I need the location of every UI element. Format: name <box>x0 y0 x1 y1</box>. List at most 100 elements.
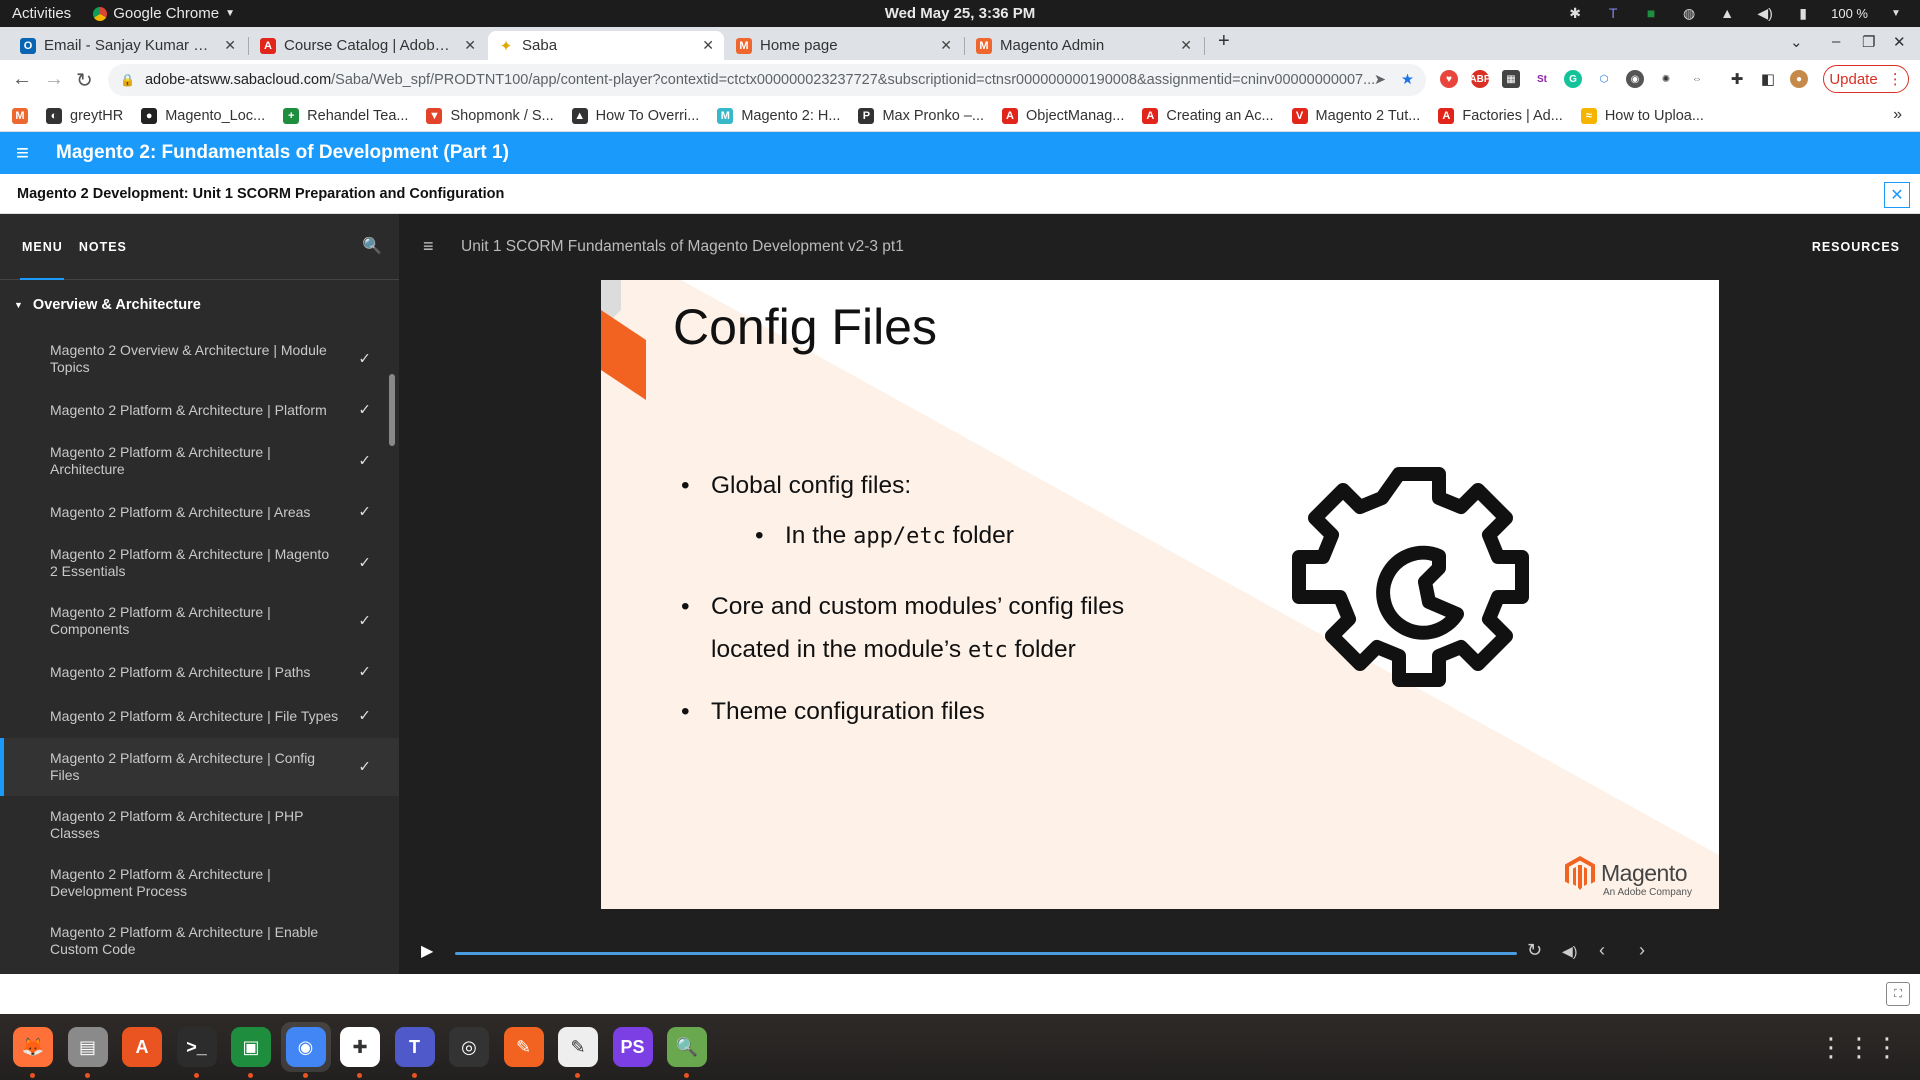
tab-notes[interactable]: NOTES <box>79 240 127 254</box>
chrome-icon[interactable]: ◉ <box>280 1022 331 1078</box>
bookmark-item[interactable]: M Magento 2: H... <box>717 107 840 124</box>
software-center-icon[interactable]: A <box>117 1022 167 1072</box>
tab-menu[interactable]: MENU <box>22 240 63 254</box>
lesson-item[interactable]: Magento 2 Platform & Architecture | Enab… <box>0 912 399 970</box>
slack-icon[interactable]: ✚ <box>335 1022 385 1078</box>
close-icon[interactable]: ✕ <box>940 37 952 54</box>
slack-tray-icon[interactable]: ✱ <box>1565 3 1585 23</box>
bookmark-item[interactable]: + Rehandel Tea... <box>283 107 408 124</box>
next-slide-icon[interactable]: › <box>1639 940 1645 961</box>
scrollbar[interactable] <box>389 374 395 446</box>
profile-avatar[interactable]: ● <box>1790 70 1808 88</box>
bookmark-item[interactable]: A Creating an Ac... <box>1142 107 1274 124</box>
close-window-button[interactable]: ✕ <box>1893 33 1906 51</box>
close-icon[interactable]: ✕ <box>464 37 476 54</box>
replay-icon[interactable]: ↻ <box>1527 940 1542 961</box>
close-icon[interactable]: ✕ <box>1180 37 1192 54</box>
lesson-item[interactable]: Magento 2 Platform & Architecture | Plat… <box>0 388 399 432</box>
lesson-item[interactable]: Magento 2 Platform & Architecture | Comp… <box>0 592 399 650</box>
extension-icon[interactable]: St <box>1533 70 1551 88</box>
teams-tray-icon[interactable]: T <box>1603 3 1623 23</box>
firefox-icon[interactable]: 🦊 <box>8 1022 58 1078</box>
lesson-item[interactable]: Magento 2 Platform & Architecture | File… <box>0 694 399 738</box>
extension-icon[interactable]: ◉ <box>1626 70 1644 88</box>
extension-icon[interactable]: ♥ <box>1440 70 1458 88</box>
files-icon[interactable]: ▤ <box>63 1022 113 1078</box>
activities-button[interactable]: Activities <box>12 5 71 22</box>
bookmark-item[interactable]: ▲ How To Overri... <box>571 107 699 124</box>
hamburger-menu-icon[interactable]: ≡ <box>423 236 434 257</box>
previous-slide-icon[interactable]: ‹ <box>1599 940 1605 961</box>
tab-home-page[interactable]: M Home page ✕ <box>726 31 962 60</box>
lesson-item[interactable]: Magento 2 Platform & Architecture | Deve… <box>0 854 399 912</box>
camera-icon[interactable]: ◎ <box>444 1022 494 1072</box>
close-icon[interactable]: ✕ <box>702 37 714 54</box>
bookmark-star-icon[interactable]: ★ <box>1401 72 1414 88</box>
close-player-button[interactable]: ✕ <box>1884 182 1910 208</box>
restore-button[interactable]: ❐ <box>1862 33 1875 51</box>
phpstorm-icon[interactable]: PS <box>608 1022 658 1072</box>
bookmark-item[interactable]: A ObjectManag... <box>1002 107 1124 124</box>
extension-icon[interactable]: ⇔ <box>1688 70 1706 88</box>
bookmark-item[interactable]: ≈ How to Uploa... <box>1580 107 1704 124</box>
lesson-item[interactable]: Magento 2 Platform & Architecture | Conf… <box>0 738 399 796</box>
app-menu[interactable]: Google Chrome ▼ <box>93 5 235 22</box>
address-bar[interactable]: 🔒 adobe-atsww.sabacloud.com/Saba/Web_spf… <box>108 64 1426 96</box>
chat-tray-icon[interactable]: ■ <box>1641 3 1661 23</box>
section-header[interactable]: ▼ Overview & Architecture <box>0 280 399 330</box>
terminal-icon[interactable]: >_ <box>172 1022 222 1078</box>
lesson-item[interactable]: Magento 2 Platform & Architecture | Mage… <box>0 534 399 592</box>
new-tab-button[interactable]: + <box>1218 30 1230 53</box>
back-icon[interactable]: ← <box>12 68 32 91</box>
minimize-button[interactable]: – <box>1832 33 1840 50</box>
extension-icon[interactable]: ✺ <box>1657 70 1675 88</box>
google-chat-icon[interactable]: ▣ <box>226 1022 276 1078</box>
lesson-item[interactable]: Magento 2 Overview & Architecture | Modu… <box>0 330 399 388</box>
lesson-item[interactable]: Magento 2 Platform & Architecture | PHP … <box>0 796 399 854</box>
tab-course-catalog[interactable]: A Course Catalog | Adobe D ✕ <box>250 31 486 60</box>
tab-magento-admin[interactable]: M Magento Admin ✕ <box>966 31 1202 60</box>
send-icon[interactable]: ➤ <box>1374 72 1386 88</box>
draw-icon[interactable]: ✎ <box>499 1022 549 1072</box>
resources-button[interactable]: RESOURCES <box>1812 240 1900 254</box>
tab-email[interactable]: O Email - Sanjay Kumar Das ✕ <box>10 31 246 60</box>
close-icon[interactable]: ✕ <box>224 37 236 54</box>
bookmark-item[interactable]: ▼ Shopmonk / S... <box>426 107 554 124</box>
extension-icon[interactable]: ▦ <box>1502 70 1520 88</box>
teams-icon[interactable]: T <box>390 1022 440 1078</box>
show-applications-icon[interactable]: ⋮⋮⋮ <box>1818 1032 1902 1063</box>
bookmark-item[interactable]: V Magento 2 Tut... <box>1291 107 1420 124</box>
bookmark-item[interactable]: ◐ greytHR <box>46 107 123 124</box>
bookmark-magento[interactable]: M <box>12 107 28 124</box>
image-viewer-icon[interactable]: 🔍 <box>662 1022 712 1078</box>
volume-icon[interactable]: ◀) <box>1562 943 1577 960</box>
sync-tray-icon[interactable]: ◍ <box>1679 3 1699 23</box>
hamburger-menu-icon[interactable]: ≡ <box>16 140 40 166</box>
lock-icon[interactable]: 🔒 <box>120 73 135 87</box>
tab-saba[interactable]: ✦ Saba ✕ <box>488 31 724 60</box>
lesson-item[interactable]: Magento 2 Platform & Architecture | Arch… <box>0 432 399 490</box>
grammarly-icon[interactable]: G <box>1564 70 1582 88</box>
wifi-icon[interactable]: ▲ <box>1717 3 1737 23</box>
battery-percent[interactable]: 100 % <box>1831 6 1868 21</box>
chevron-down-icon[interactable]: ▼ <box>1886 3 1906 23</box>
adblock-icon[interactable]: ABP <box>1469 70 1491 88</box>
fullscreen-icon[interactable]: ⛶ <box>1886 982 1910 1006</box>
battery-icon[interactable]: ▮ <box>1793 3 1813 23</box>
bookmark-item[interactable]: P Max Pronko –... <box>858 107 984 124</box>
text-editor-icon[interactable]: ✎ <box>553 1022 603 1078</box>
side-panel-icon[interactable]: ◧ <box>1759 70 1777 88</box>
tab-search-icon[interactable]: ⌄ <box>1790 33 1803 51</box>
reload-icon[interactable]: ↻ <box>76 68 93 93</box>
extension-icon[interactable]: ⬡ <box>1595 70 1613 88</box>
bookmark-item[interactable]: ● Magento_Loc... <box>141 107 265 124</box>
forward-icon[interactable]: → <box>44 68 64 91</box>
extensions-puzzle-icon[interactable]: ✚ <box>1728 70 1746 88</box>
search-icon[interactable]: 🔍 <box>362 236 383 256</box>
bookmark-item[interactable]: A Factories | Ad... <box>1438 107 1563 124</box>
lesson-item[interactable]: Magento 2 Platform & Architecture | Area… <box>0 490 399 534</box>
play-icon[interactable]: ▶ <box>421 941 433 961</box>
volume-icon[interactable]: ◀) <box>1755 3 1775 23</box>
progress-bar[interactable] <box>455 952 1517 955</box>
update-button[interactable]: Update ⋮ <box>1823 65 1909 93</box>
